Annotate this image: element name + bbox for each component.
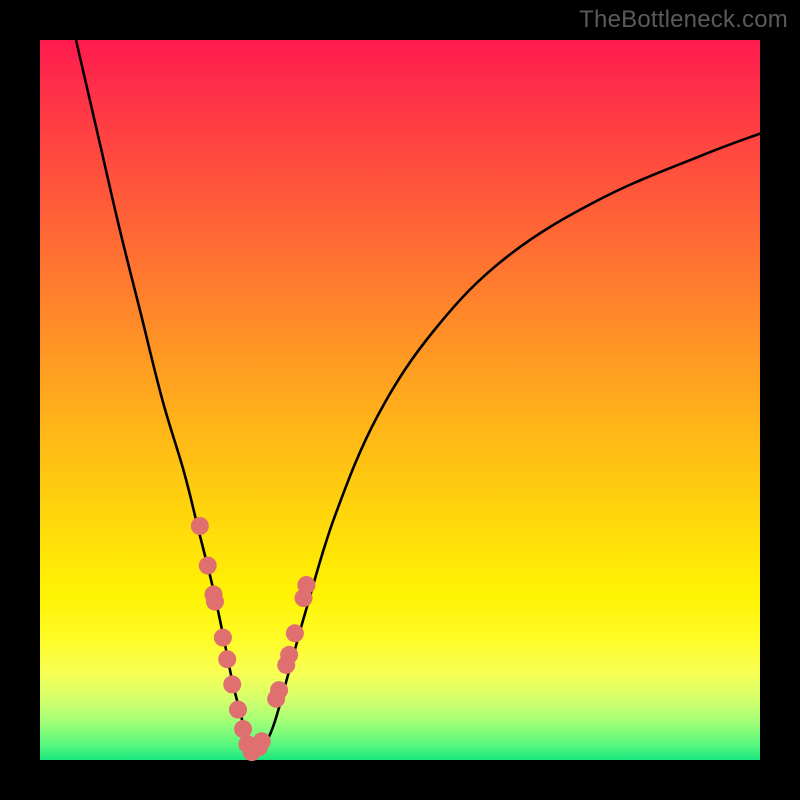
watermark-text: TheBottleneck.com <box>579 6 788 34</box>
marker-dot <box>253 732 271 750</box>
marker-dot <box>286 624 304 642</box>
marker-dot <box>214 629 232 647</box>
marker-dot <box>234 720 252 738</box>
marker-dot <box>218 650 236 668</box>
marker-dot <box>297 576 315 594</box>
marker-dot <box>229 701 247 719</box>
curve-svg <box>40 40 760 760</box>
marker-dot <box>270 681 288 699</box>
marker-dot <box>280 646 298 664</box>
marker-dot <box>199 557 217 575</box>
chart-frame: TheBottleneck.com <box>0 0 800 800</box>
marker-dot <box>191 517 209 535</box>
marker-dot <box>206 593 224 611</box>
marker-dot <box>223 675 241 693</box>
marker-group <box>191 517 316 761</box>
plot-area <box>40 40 760 760</box>
bottleneck-curve <box>76 40 760 754</box>
